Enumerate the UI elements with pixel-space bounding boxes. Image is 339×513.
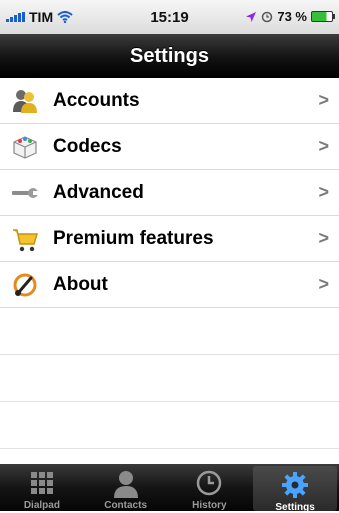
settings-item-accounts[interactable]: Accounts > (0, 78, 339, 124)
tab-history[interactable]: History (168, 464, 252, 511)
chevron-right-icon: > (318, 274, 329, 294)
gear-icon (280, 470, 310, 500)
chevron-right-icon: > (318, 136, 329, 156)
settings-item-codecs[interactable]: Codecs > (0, 124, 339, 170)
settings-item-label: Advanced (53, 181, 144, 203)
alarm-icon (262, 11, 273, 22)
chevron-right-icon: > (318, 182, 329, 202)
tab-label: Dialpad (23, 500, 60, 511)
accounts-icon (10, 86, 40, 116)
status-bar: TIM 15:19 73 % (0, 0, 339, 34)
settings-item-about[interactable]: About > (0, 262, 339, 308)
battery-percent: 73 % (277, 9, 307, 24)
tab-label: Settings (275, 502, 315, 513)
wrench-icon (10, 178, 40, 208)
codecs-icon (10, 132, 40, 162)
nav-bar: Settings (0, 34, 339, 78)
settings-item-advanced[interactable]: Advanced > (0, 170, 339, 216)
about-icon (10, 270, 40, 300)
settings-item-premium-features[interactable]: Premium features > (0, 216, 339, 262)
location-icon (246, 11, 257, 22)
settings-item-label: About (53, 273, 108, 295)
empty-list-row (0, 355, 339, 402)
settings-item-label: Premium features (53, 227, 214, 249)
tab-label: Contacts (104, 500, 148, 511)
tab-contacts[interactable]: Contacts (84, 464, 168, 511)
settings-item-label: Accounts (53, 89, 140, 111)
tab-label: History (192, 500, 227, 511)
page-title: Settings (130, 45, 209, 67)
status-right: 73 % (245, 9, 335, 24)
contacts-icon (111, 468, 141, 498)
cart-icon (10, 224, 40, 254)
settings-list: Accounts > Codecs > Advanced > Premium f… (0, 78, 339, 449)
tab-bar: Dialpad Contacts History Settings (0, 464, 339, 513)
tab-settings[interactable]: Settings (253, 466, 337, 513)
chevron-right-icon: > (318, 90, 329, 110)
empty-list-row (0, 402, 339, 449)
empty-list-row (0, 308, 339, 355)
clock-icon (194, 468, 224, 498)
chevron-right-icon: > (318, 228, 329, 248)
dialpad-icon (27, 468, 57, 498)
settings-item-label: Codecs (53, 135, 122, 157)
tab-dialpad[interactable]: Dialpad (0, 464, 84, 511)
battery-icon (311, 11, 335, 22)
